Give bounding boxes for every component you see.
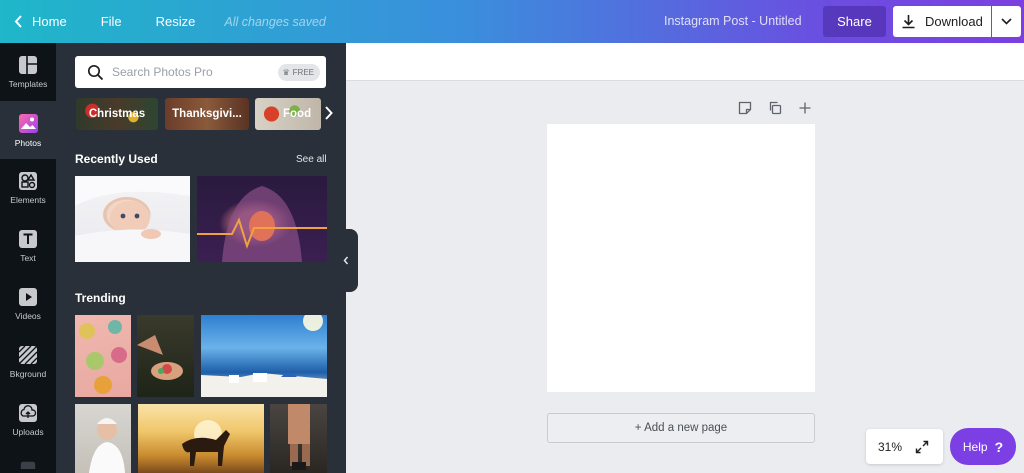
- photo-baby[interactable]: [75, 176, 190, 262]
- hands-photo: [137, 335, 183, 380]
- chevron-left-small-icon: [343, 256, 349, 265]
- search-icon: [87, 64, 104, 80]
- photo-trending-horse[interactable]: [138, 404, 264, 473]
- home-label: Home: [32, 14, 67, 29]
- side-nav: Templates Photos Elements Text Videos Bk…: [0, 43, 56, 473]
- horse-photo: [182, 420, 230, 466]
- sidebar-item-background[interactable]: Bkground: [0, 333, 56, 391]
- category-label: Thanksgivi...: [172, 108, 242, 120]
- add-page-button[interactable]: + Add a new page: [547, 413, 815, 443]
- sidebar-item-videos[interactable]: Videos: [0, 275, 56, 333]
- sidebar-item-more[interactable]: [0, 449, 56, 473]
- canvas-toolbar: [346, 43, 1024, 81]
- document-title[interactable]: Instagram Post - Untitled: [664, 14, 802, 28]
- collapse-panel-button[interactable]: [334, 229, 358, 292]
- sidebar-item-photos[interactable]: Photos: [0, 101, 56, 159]
- help-label: Help: [962, 439, 988, 454]
- more-icon: [20, 461, 36, 469]
- zoom-control[interactable]: 31%: [866, 429, 943, 464]
- free-badge-label: FREE: [292, 68, 314, 77]
- download-options-button[interactable]: [992, 6, 1021, 37]
- sidebar-label: Videos: [15, 311, 41, 321]
- chevron-right-icon[interactable]: [324, 106, 333, 120]
- sidebar-label: Text: [20, 253, 36, 263]
- sidebar-item-uploads[interactable]: Uploads: [0, 391, 56, 449]
- bath-bombs-photo: [79, 320, 127, 394]
- woman-photo: [89, 418, 125, 473]
- page-tools: [738, 101, 812, 115]
- recently-used-title: Recently Used: [75, 152, 158, 166]
- save-status: All changes saved: [224, 14, 326, 29]
- category-thanksgiving[interactable]: Thanksgivi...: [165, 98, 249, 130]
- anatomy-photo: [197, 186, 327, 262]
- photo-trending-santorini[interactable]: [201, 315, 327, 397]
- text-icon: [19, 230, 37, 248]
- help-button[interactable]: Help ?: [950, 428, 1016, 465]
- copy-icon[interactable]: [768, 101, 782, 115]
- templates-icon: [19, 56, 37, 74]
- sidebar-item-text[interactable]: Text: [0, 217, 56, 275]
- chevron-left-icon: [14, 15, 22, 28]
- add-icon[interactable]: [798, 101, 812, 115]
- sidebar-label: Bkground: [9, 369, 47, 379]
- category-label: Food: [283, 108, 312, 120]
- search-input[interactable]: Search Photos Pro ♛ FREE: [75, 56, 326, 88]
- sidebar-item-elements[interactable]: Elements: [0, 159, 56, 217]
- zoom-level: 31%: [878, 439, 903, 454]
- top-bar: Home File Resize All changes saved Insta…: [0, 0, 1024, 43]
- category-label: Christmas: [88, 108, 146, 120]
- resize-menu[interactable]: Resize: [156, 14, 196, 29]
- sidebar-label: Uploads: [12, 427, 44, 437]
- chevron-down-icon: [1001, 18, 1012, 25]
- santorini-photo: [201, 315, 327, 397]
- fitness-photo: [288, 404, 310, 470]
- trending-title: Trending: [75, 291, 126, 305]
- download-label: Download: [925, 14, 983, 29]
- videos-icon: [19, 288, 37, 306]
- photo-trending-hands[interactable]: [137, 315, 194, 397]
- photo-trending-woman[interactable]: [75, 404, 131, 473]
- home-button[interactable]: Home: [14, 14, 67, 29]
- photos-panel: Search Photos Pro ♛ FREE Christmas Thank…: [56, 43, 346, 473]
- search-placeholder: Search Photos Pro: [112, 65, 213, 79]
- photo-trending-balls[interactable]: [75, 315, 131, 397]
- sidebar-item-templates[interactable]: Templates: [0, 43, 56, 101]
- design-page[interactable]: [547, 124, 815, 392]
- background-icon: [18, 345, 38, 365]
- category-christmas[interactable]: Christmas: [76, 98, 158, 130]
- question-icon: ?: [994, 438, 1004, 455]
- photo-trending-fitness[interactable]: [270, 404, 327, 473]
- expand-icon[interactable]: [915, 440, 929, 454]
- sidebar-label: Photos: [14, 137, 42, 148]
- category-food[interactable]: Food: [255, 98, 321, 130]
- photo-anatomy[interactable]: [197, 176, 327, 262]
- file-menu[interactable]: File: [101, 14, 122, 29]
- free-badge[interactable]: ♛ FREE: [278, 64, 320, 81]
- crown-icon: ♛: [282, 68, 290, 77]
- elements-icon: [19, 172, 37, 190]
- note-icon[interactable]: [738, 101, 752, 115]
- uploads-icon: [19, 404, 37, 422]
- baby-photo: [75, 176, 190, 262]
- photos-icon: [18, 113, 38, 133]
- download-icon: [902, 15, 915, 29]
- sidebar-label: Templates: [8, 79, 48, 89]
- sidebar-label: Elements: [10, 195, 46, 205]
- see-all-link[interactable]: See all: [296, 154, 327, 165]
- download-button[interactable]: Download: [893, 6, 991, 37]
- share-button[interactable]: Share: [823, 6, 886, 37]
